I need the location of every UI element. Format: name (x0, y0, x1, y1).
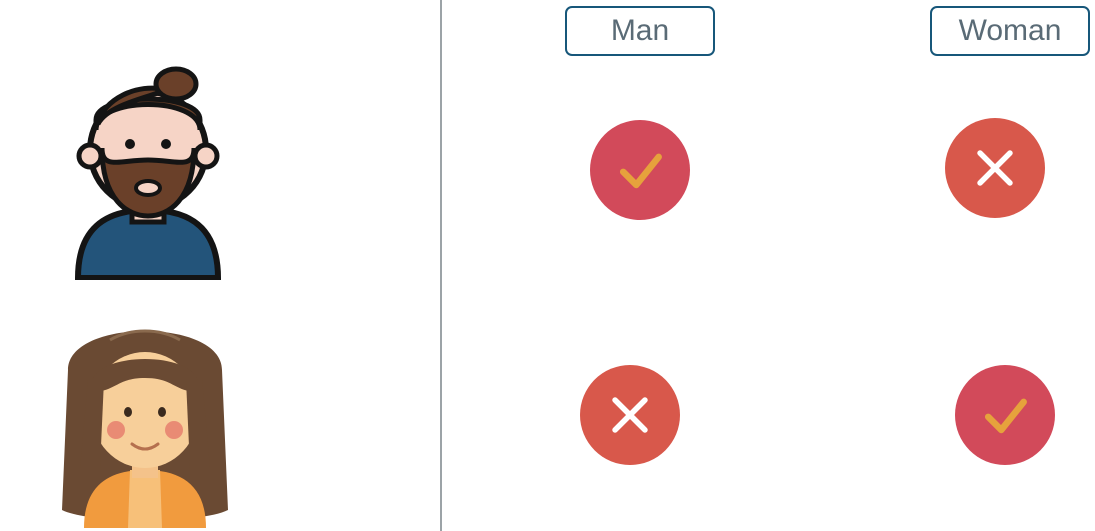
result-badge-woman-woman (955, 365, 1055, 465)
check-icon (977, 387, 1033, 443)
result-badge-man-woman (945, 118, 1045, 218)
classification-diagram: Man Woman (0, 0, 1095, 531)
vertical-divider (440, 0, 442, 531)
result-badge-man-man (590, 120, 690, 220)
cross-icon (967, 140, 1023, 196)
check-icon (612, 142, 668, 198)
result-badge-woman-man (580, 365, 680, 465)
man-avatar-icon (58, 60, 238, 280)
column-header-man: Man (565, 6, 715, 56)
cross-icon (602, 387, 658, 443)
column-header-woman: Woman (930, 6, 1090, 56)
woman-avatar-icon (50, 300, 230, 520)
